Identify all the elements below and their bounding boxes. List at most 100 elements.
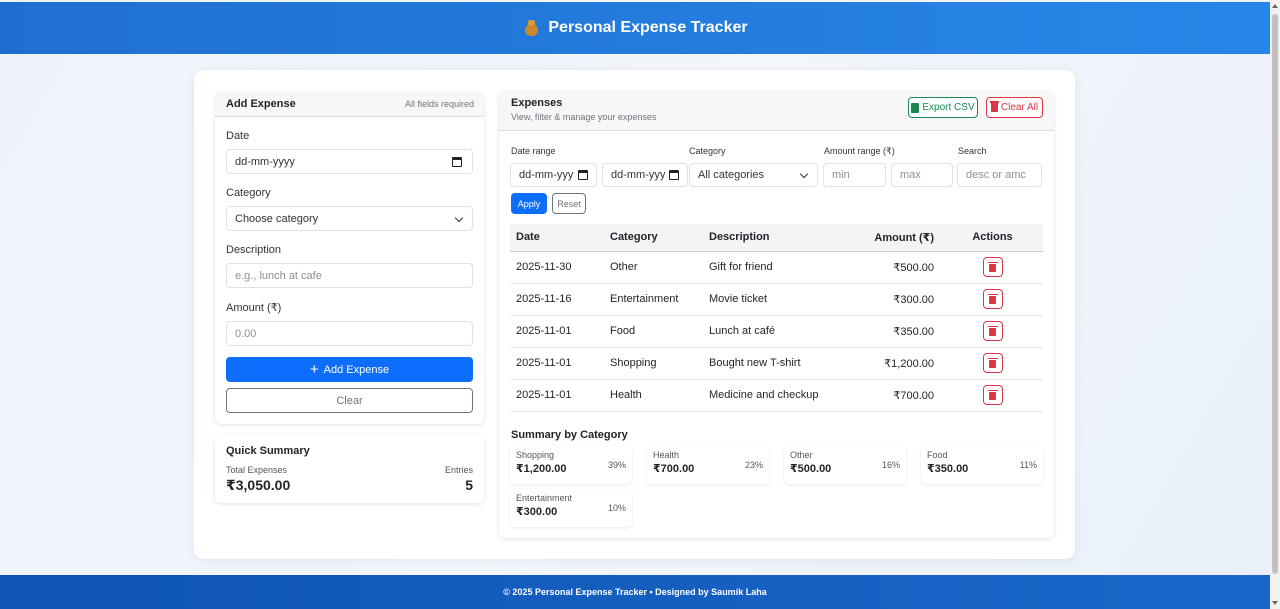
amount-min-input[interactable]: min bbox=[823, 163, 886, 187]
expenses-card: Expenses View, filter & manage your expe… bbox=[499, 91, 1054, 538]
tile-percent: 39% bbox=[607, 460, 626, 470]
summary-by-category-title: Summary by Category bbox=[511, 429, 628, 441]
trash-icon bbox=[987, 261, 998, 272]
column-header-date: Date bbox=[510, 224, 604, 252]
clear-all-button[interactable]: Clear All bbox=[986, 97, 1043, 118]
scroll-up-icon[interactable] bbox=[1272, 4, 1278, 8]
delete-button[interactable] bbox=[982, 321, 1003, 341]
entries-value: 5 bbox=[465, 477, 473, 493]
row-description: Gift for friend bbox=[703, 251, 843, 284]
export-csv-button[interactable]: Export CSV bbox=[908, 97, 978, 118]
tile-percent: 23% bbox=[744, 460, 763, 470]
table-row: 2025-11-01 Food Lunch at café ₹350.00 bbox=[510, 315, 1043, 348]
add-expense-button[interactable]: + Add Expense bbox=[226, 357, 473, 382]
row-date: 2025-11-01 bbox=[510, 347, 604, 380]
reset-filter-label: Reset bbox=[557, 198, 581, 209]
row-amount: ₹500.00 bbox=[843, 251, 942, 284]
tile-category: Shopping bbox=[516, 450, 555, 460]
add-expense-card: Add Expense All fields required Date dd-… bbox=[215, 92, 484, 424]
search-label: Search bbox=[958, 146, 987, 156]
clear-form-button[interactable]: Clear bbox=[226, 388, 473, 413]
page-scrollbar[interactable] bbox=[1270, 0, 1280, 609]
add-expense-header: Add Expense All fields required bbox=[215, 92, 484, 117]
column-header-amount: Amount (₹) bbox=[843, 224, 942, 252]
reset-filter-button[interactable]: Reset bbox=[552, 193, 586, 214]
export-csv-label: Export CSV bbox=[922, 102, 975, 113]
table-row: 2025-11-01 Health Medicine and checkup ₹… bbox=[510, 379, 1043, 412]
delete-button[interactable] bbox=[982, 385, 1003, 405]
quick-summary-card: Quick Summary Total Expenses ₹3,050.00 E… bbox=[215, 435, 484, 503]
clear-all-label: Clear All bbox=[1000, 102, 1039, 113]
search-input[interactable]: desc or amc bbox=[957, 163, 1042, 187]
total-expenses-label: Total Expenses bbox=[226, 465, 288, 475]
footer-text: © 2025 Personal Expense Tracker • Design… bbox=[503, 587, 767, 597]
chevron-down-icon bbox=[454, 213, 464, 223]
row-date: 2025-11-16 bbox=[510, 283, 604, 316]
trash-icon bbox=[987, 389, 998, 400]
amount-min-placeholder: min bbox=[832, 169, 850, 181]
date-input[interactable]: dd-mm-yyyy bbox=[226, 149, 473, 174]
date-to-input[interactable]: dd-mm-yyy bbox=[602, 163, 688, 187]
row-amount: ₹300.00 bbox=[843, 283, 942, 316]
column-header-description: Description bbox=[703, 224, 843, 252]
row-category: Food bbox=[604, 315, 703, 348]
row-date: 2025-11-01 bbox=[510, 379, 604, 412]
total-expenses-value: ₹3,050.00 bbox=[226, 477, 291, 493]
table-header-row: Date Category Description Amount (₹) Act… bbox=[510, 224, 1043, 252]
fields-required-hint: All fields required bbox=[404, 99, 474, 109]
row-description: Movie ticket bbox=[703, 283, 843, 316]
file-export-icon bbox=[911, 102, 920, 113]
table-row: 2025-11-16 Entertainment Movie ticket ₹3… bbox=[510, 283, 1043, 316]
page-footer: © 2025 Personal Expense Tracker • Design… bbox=[0, 575, 1270, 609]
category-label: Category bbox=[226, 187, 271, 199]
category-summary-tile: Shopping ₹1,200.00 39% bbox=[510, 446, 632, 484]
expenses-header: Expenses View, filter & manage your expe… bbox=[499, 91, 1054, 131]
row-amount: ₹350.00 bbox=[843, 315, 942, 348]
search-placeholder: desc or amc bbox=[966, 169, 1026, 181]
clear-form-button-label: Clear bbox=[336, 394, 363, 407]
date-from-input[interactable]: dd-mm-yyy bbox=[510, 163, 597, 187]
amount-input[interactable]: 0.00 bbox=[226, 321, 473, 346]
date-to-placeholder: dd-mm-yyy bbox=[611, 169, 666, 181]
calendar-icon[interactable] bbox=[669, 170, 679, 180]
row-category: Shopping bbox=[604, 347, 703, 380]
filter-category-select[interactable]: All categories bbox=[689, 163, 818, 187]
amount-max-placeholder: max bbox=[900, 169, 921, 181]
scrollbar-thumb[interactable] bbox=[1272, 14, 1278, 574]
main-container: Add Expense All fields required Date dd-… bbox=[194, 70, 1075, 559]
description-input[interactable]: e.g., lunch at cafe bbox=[226, 263, 473, 288]
delete-button[interactable] bbox=[982, 257, 1003, 277]
amount-max-input[interactable]: max bbox=[891, 163, 953, 187]
trash-icon bbox=[987, 293, 998, 304]
row-date: 2025-11-30 bbox=[510, 251, 604, 284]
expenses-table: Date Category Description Amount (₹) Act… bbox=[510, 224, 1043, 412]
delete-button[interactable] bbox=[982, 353, 1003, 373]
category-summary-tile: Health ₹700.00 23% bbox=[647, 446, 769, 484]
trash-icon bbox=[987, 325, 998, 336]
row-amount: ₹1,200.00 bbox=[843, 347, 942, 380]
app-header: Personal Expense Tracker bbox=[0, 2, 1270, 54]
delete-button[interactable] bbox=[982, 289, 1003, 309]
scroll-down-icon[interactable] bbox=[1272, 601, 1278, 605]
amount-range-label: Amount range (₹) bbox=[824, 146, 895, 156]
calendar-icon[interactable] bbox=[452, 157, 462, 167]
category-summary-tile: Entertainment ₹300.00 10% bbox=[510, 489, 632, 527]
column-header-category: Category bbox=[604, 224, 703, 252]
apply-filter-button[interactable]: Apply bbox=[511, 193, 547, 214]
date-from-placeholder: dd-mm-yyy bbox=[519, 169, 574, 181]
tile-category: Other bbox=[790, 450, 813, 460]
row-date: 2025-11-01 bbox=[510, 315, 604, 348]
column-header-actions: Actions bbox=[942, 224, 1043, 252]
add-expense-title: Add Expense bbox=[226, 98, 296, 110]
apply-filter-label: Apply bbox=[517, 198, 541, 209]
filter-category-value: All categories bbox=[698, 169, 765, 181]
category-summary-tile: Food ₹350.00 11% bbox=[921, 446, 1043, 484]
tile-category: Health bbox=[653, 450, 680, 460]
row-category: Entertainment bbox=[604, 283, 703, 316]
row-description: Bought new T-shirt bbox=[703, 347, 843, 380]
category-select[interactable]: Choose category bbox=[226, 206, 473, 231]
table-row: 2025-11-01 Shopping Bought new T-shirt ₹… bbox=[510, 347, 1043, 380]
table-row: 2025-11-30 Other Gift for friend ₹500.00 bbox=[510, 251, 1043, 284]
calendar-icon[interactable] bbox=[578, 170, 588, 180]
tile-percent: 11% bbox=[1019, 460, 1037, 470]
